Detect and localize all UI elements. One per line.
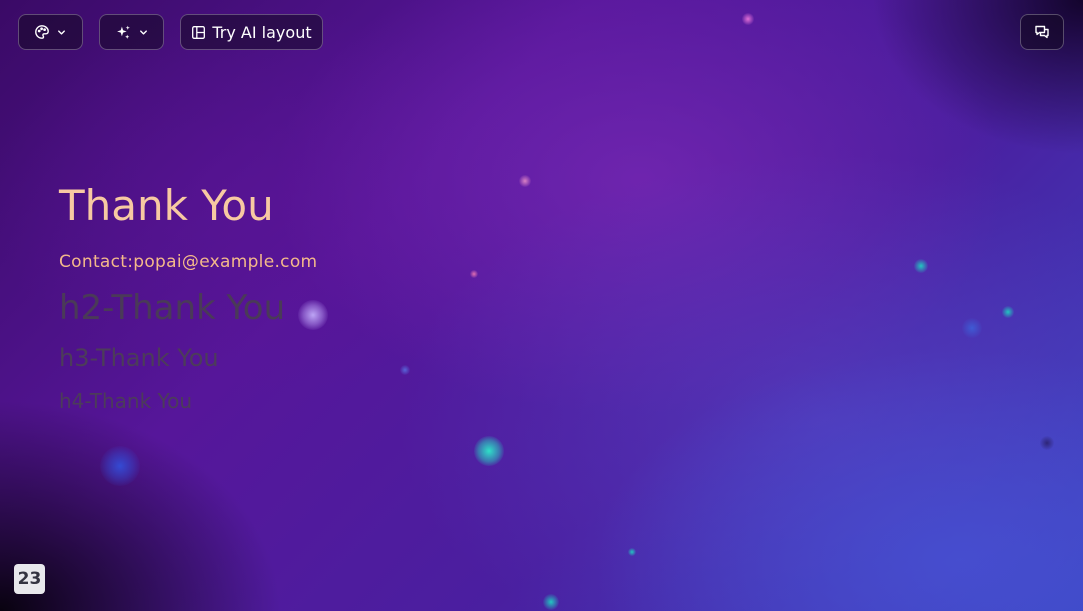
nebula-glow: [1040, 436, 1054, 450]
nebula-glow: [543, 594, 559, 610]
slide-title[interactable]: Thank You: [59, 180, 317, 232]
layout-icon: [191, 25, 206, 40]
heading-h4[interactable]: h4-Thank You: [59, 388, 317, 414]
nebula-glow: [519, 175, 531, 187]
try-ai-layout-button[interactable]: Try AI layout: [180, 14, 323, 50]
nebula-glow: [742, 13, 754, 25]
sparkles-icon: [115, 24, 132, 41]
page-number-badge: 23: [14, 564, 45, 594]
comments-icon: [1034, 24, 1050, 40]
slide-canvas: Try AI layout Thank You Contact:popai@ex…: [0, 0, 1083, 611]
nebula-glow: [628, 548, 636, 556]
comments-button[interactable]: [1020, 14, 1064, 50]
nebula-glow: [914, 259, 928, 273]
contact-text[interactable]: Contact:popai@example.com: [59, 252, 317, 272]
magic-menu-button[interactable]: [99, 14, 164, 50]
heading-h2[interactable]: h2-Thank You: [59, 286, 317, 330]
slide-content: Thank You Contact:popai@example.com h2-T…: [59, 180, 317, 414]
heading-h3[interactable]: h3-Thank You: [59, 342, 317, 374]
try-ai-layout-label: Try AI layout: [212, 22, 312, 42]
chevron-down-icon: [56, 27, 67, 38]
nebula-glow: [1002, 306, 1014, 318]
nebula-glow: [400, 365, 410, 375]
nebula-glow: [100, 446, 140, 486]
chevron-down-icon: [138, 27, 149, 38]
nebula-glow: [470, 270, 478, 278]
theme-menu-button[interactable]: [18, 14, 83, 50]
palette-icon: [34, 24, 50, 40]
nebula-glow: [474, 436, 504, 466]
nebula-glow: [962, 318, 982, 338]
